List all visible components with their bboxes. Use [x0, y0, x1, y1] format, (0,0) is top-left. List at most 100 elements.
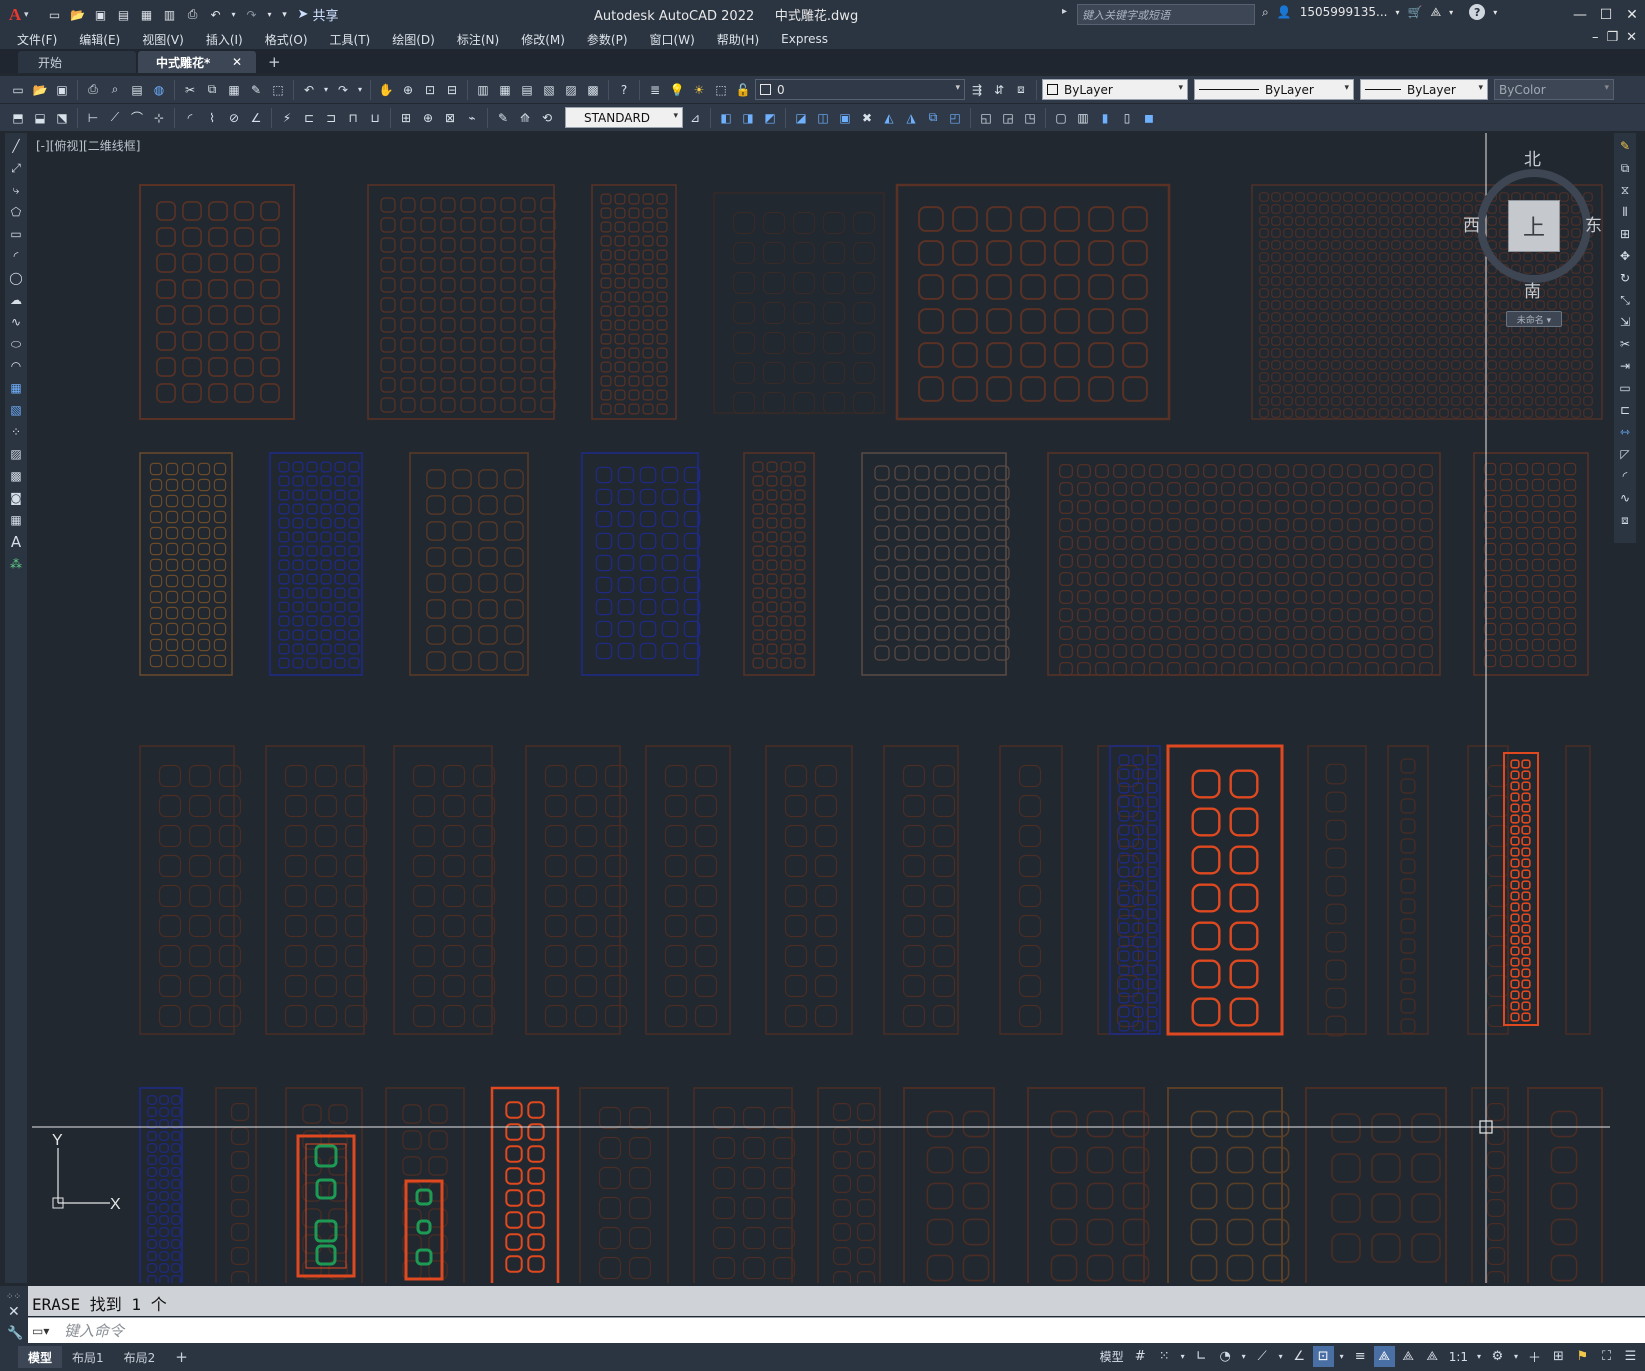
sheet-set-icon[interactable]: ▧	[539, 80, 559, 100]
dimension-update-icon[interactable]: ⟲	[537, 108, 557, 128]
dimension-space-icon[interactable]: ⊓	[343, 108, 363, 128]
menu-edit[interactable]: 编辑(E)	[68, 31, 131, 48]
polygon-icon[interactable]: ⬠	[6, 202, 26, 222]
region-icon[interactable]: ⬔	[52, 108, 72, 128]
open-file-icon[interactable]: 📂	[68, 5, 88, 25]
publish-icon[interactable]: ▦	[137, 5, 157, 25]
trim-icon[interactable]: ✂	[1615, 334, 1635, 354]
object-snap-icon[interactable]: ⊡	[1312, 1346, 1334, 1367]
add-selected-icon[interactable]: ⁂	[6, 554, 26, 574]
gradient-icon[interactable]: ▩	[6, 466, 26, 486]
compass-south[interactable]: 南	[1524, 277, 1541, 302]
menu-parametric[interactable]: 参数(P)	[576, 31, 639, 48]
save-icon[interactable]: ▣	[52, 80, 72, 100]
offset-faces-icon[interactable]: ▣	[835, 108, 855, 128]
save-as-icon[interactable]: ▤	[114, 5, 134, 25]
offset-icon[interactable]: ⫴	[1615, 202, 1635, 222]
layer-lock-icon[interactable]: 🔓	[733, 80, 753, 100]
tab-start[interactable]: 开始	[18, 51, 136, 73]
isodraft-dropdown-icon[interactable]: ▾	[1276, 1346, 1286, 1367]
ellipse-arc-icon[interactable]: ◠	[6, 356, 26, 376]
help-dropdown-icon[interactable]: ▾	[1493, 8, 1497, 17]
annotation-monitor-icon[interactable]: ＋	[1524, 1346, 1545, 1367]
annotation-scale-icon[interactable]: ⟁	[1422, 1346, 1443, 1367]
viewcube[interactable]: 上 北 南 西 东 未命名 ▾	[1463, 145, 1602, 327]
subtract-icon[interactable]: ◩	[760, 108, 780, 128]
make-block-icon[interactable]: ▧	[6, 400, 26, 420]
zoom-window-icon[interactable]: ⊡	[420, 80, 440, 100]
extend-icon[interactable]: ⇥	[1615, 356, 1635, 376]
linear-dimension-icon[interactable]: ⊢	[83, 108, 103, 128]
dimension-style-icon[interactable]: ⊿	[685, 108, 705, 128]
drawing-canvas[interactable]: [-][俯视][二维线框] XY 上 北 南 西 东 未命名 ▾	[32, 133, 1610, 1283]
arc-length-icon[interactable]: ⌒	[127, 108, 147, 128]
workspace-dropdown-icon[interactable]: ▾	[1511, 1346, 1521, 1367]
snap-dropdown-icon[interactable]: ▾	[1178, 1346, 1188, 1367]
spline-icon[interactable]: ∿	[6, 312, 26, 332]
polyline-icon[interactable]: ⤷	[6, 180, 26, 200]
minimize-icon[interactable]: —	[1567, 0, 1593, 29]
plot-preview-icon[interactable]: ⌕	[105, 80, 125, 100]
model-space-button[interactable]: 模型	[1097, 1346, 1127, 1367]
doc-minimize-icon[interactable]: –	[1592, 30, 1599, 45]
match-properties-icon[interactable]: ✎	[246, 80, 266, 100]
join-icon[interactable]: ⇿	[1615, 422, 1635, 442]
search-input[interactable]: 键入关键字或短语	[1077, 4, 1255, 25]
diameter-dimension-icon[interactable]: ⊘	[224, 108, 244, 128]
undo-icon[interactable]: ↶	[299, 80, 319, 100]
command-prompt-icon[interactable]: ▭▾	[28, 1324, 58, 1338]
quick-dimension-icon[interactable]: ⚡	[277, 108, 297, 128]
quick-properties-icon[interactable]: ⚑	[1572, 1346, 1593, 1367]
copy-icon[interactable]: ⧉	[202, 80, 222, 100]
layer-viewport-freeze-icon[interactable]: ⬚	[711, 80, 731, 100]
menu-express[interactable]: Express	[770, 32, 839, 46]
a360-dropdown-icon[interactable]: ▾	[1449, 8, 1453, 17]
erase-icon[interactable]: ✎	[1615, 136, 1635, 156]
scale-icon[interactable]: ⤡	[1615, 290, 1635, 310]
tool-palettes-icon[interactable]: ▤	[517, 80, 537, 100]
redo-icon[interactable]: ↷	[333, 80, 353, 100]
add-layout-icon[interactable]: +	[165, 1346, 198, 1368]
doc-close-icon[interactable]: ✕	[1626, 30, 1637, 45]
revision-cloud-icon[interactable]: ☁	[6, 290, 26, 310]
box-icon[interactable]: ◧	[716, 108, 736, 128]
circle-icon[interactable]: ◯	[6, 268, 26, 288]
linetype-dropdown[interactable]: ByLayer ▾	[1194, 79, 1354, 100]
object-snap-tracking-icon[interactable]: ∠	[1289, 1346, 1310, 1367]
polar-icon[interactable]: ◔	[1215, 1346, 1236, 1367]
stretch-icon[interactable]: ⇲	[1615, 312, 1635, 332]
continue-dimension-icon[interactable]: ⊐	[321, 108, 341, 128]
user-name[interactable]: 1505999135...	[1300, 5, 1388, 19]
jogged-linear-icon[interactable]: ⌁	[462, 108, 482, 128]
search-icon[interactable]: ⌕	[1262, 5, 1269, 20]
annotation-visibility-icon[interactable]: ⟁	[1373, 1346, 1395, 1367]
point-icon[interactable]: ⁘	[6, 422, 26, 442]
export-icon[interactable]: ▥	[160, 5, 180, 25]
cut-icon[interactable]: ✂	[180, 80, 200, 100]
command-line-handle[interactable]: ⁘⁘ ✕ 🔧	[0, 1286, 28, 1346]
properties-icon[interactable]: ▥	[473, 80, 493, 100]
viewcube-top-face[interactable]: 上	[1508, 200, 1560, 252]
delete-faces-icon[interactable]: ✖	[857, 108, 877, 128]
customize-command-icon[interactable]: 🔧	[7, 1326, 28, 1341]
imprint-icon[interactable]: ◱	[976, 108, 996, 128]
layer-on-icon[interactable]: 💡	[667, 80, 687, 100]
tab-current-drawing[interactable]: 中式雕花* ✕	[138, 51, 256, 73]
move-icon[interactable]: ✥	[1615, 246, 1635, 266]
clean-screen-icon[interactable]: ⛶	[1596, 1346, 1617, 1367]
menu-window[interactable]: 窗口(W)	[639, 31, 706, 48]
menu-help[interactable]: 帮助(H)	[706, 31, 770, 48]
chamfer-icon[interactable]: ◸	[1615, 444, 1635, 464]
redo-dropdown-icon[interactable]: ▾	[265, 5, 275, 25]
undo-dropdown-icon[interactable]: ▾	[321, 80, 331, 100]
rotate-icon[interactable]: ↻	[1615, 268, 1635, 288]
text-style-dropdown[interactable]: STANDARD ▾	[565, 107, 683, 128]
layer-dropdown[interactable]: 0 ▾	[755, 79, 965, 100]
menu-format[interactable]: 格式(O)	[254, 31, 319, 48]
open-icon[interactable]: 📂	[30, 80, 50, 100]
taper-faces-icon[interactable]: ◮	[901, 108, 921, 128]
menu-dimension[interactable]: 标注(N)	[446, 31, 510, 48]
compass-east[interactable]: 东	[1585, 211, 1602, 236]
user-dropdown-icon[interactable]: ▾	[1395, 8, 1399, 17]
layout-tab-1[interactable]: 布局1	[62, 1346, 114, 1368]
